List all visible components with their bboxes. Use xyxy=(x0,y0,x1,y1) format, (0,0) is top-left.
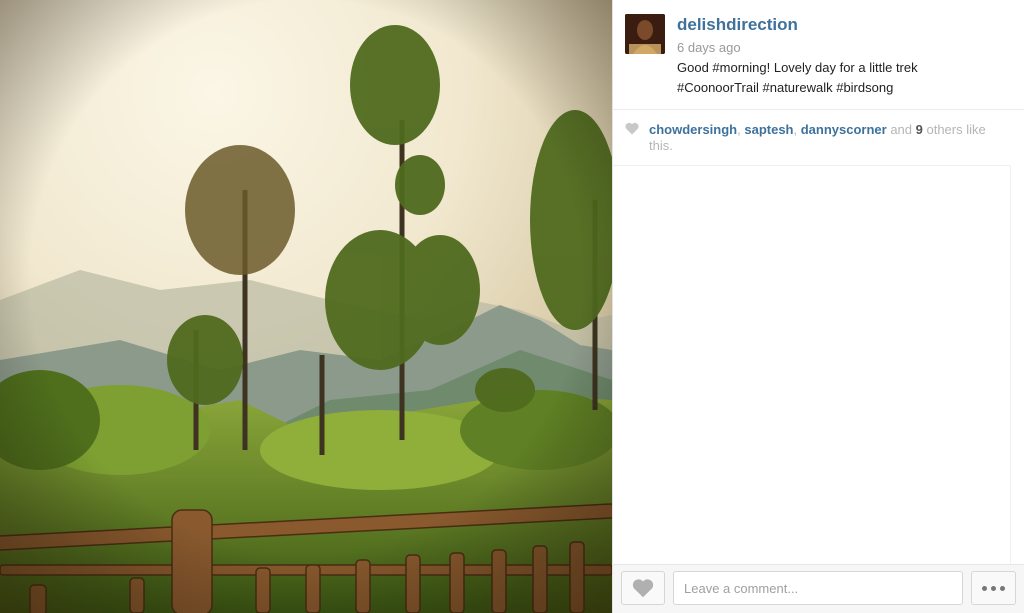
liker-link[interactable]: chowdersingh xyxy=(649,122,737,137)
others-count[interactable]: 9 xyxy=(916,122,923,137)
more-icon xyxy=(991,585,996,591)
post-caption: Good #morning! Lovely day for a little t… xyxy=(677,58,1007,98)
like-button[interactable] xyxy=(621,571,665,605)
heart-icon xyxy=(632,579,654,598)
likes-separator: , xyxy=(793,122,801,137)
heart-icon xyxy=(625,122,639,140)
caption-hashtags: #CoonoorTrail #naturewalk #birdsong xyxy=(677,80,894,95)
comments-list[interactable] xyxy=(613,166,1011,564)
username-link[interactable]: delishdirection xyxy=(677,15,798,35)
liker-link[interactable]: saptesh xyxy=(744,122,793,137)
likes-summary: chowdersingh, saptesh, dannyscorner and … xyxy=(649,122,1009,154)
likes-and: and xyxy=(886,122,916,137)
avatar[interactable] xyxy=(625,14,665,54)
post-footer xyxy=(613,564,1024,613)
post-timestamp: 6 days ago xyxy=(677,40,741,55)
post-header: delishdirection 6 days ago Good #morning… xyxy=(613,0,1024,110)
more-options-button[interactable] xyxy=(971,571,1016,605)
more-icon xyxy=(1000,585,1005,591)
liker-link[interactable]: dannyscorner xyxy=(801,122,887,137)
comment-input[interactable] xyxy=(673,571,963,605)
post-details-panel: delishdirection 6 days ago Good #morning… xyxy=(612,0,1024,613)
post-photo[interactable] xyxy=(0,0,612,613)
caption-line: Good #morning! Lovely day for a little t… xyxy=(677,60,918,75)
more-icon xyxy=(982,585,987,591)
